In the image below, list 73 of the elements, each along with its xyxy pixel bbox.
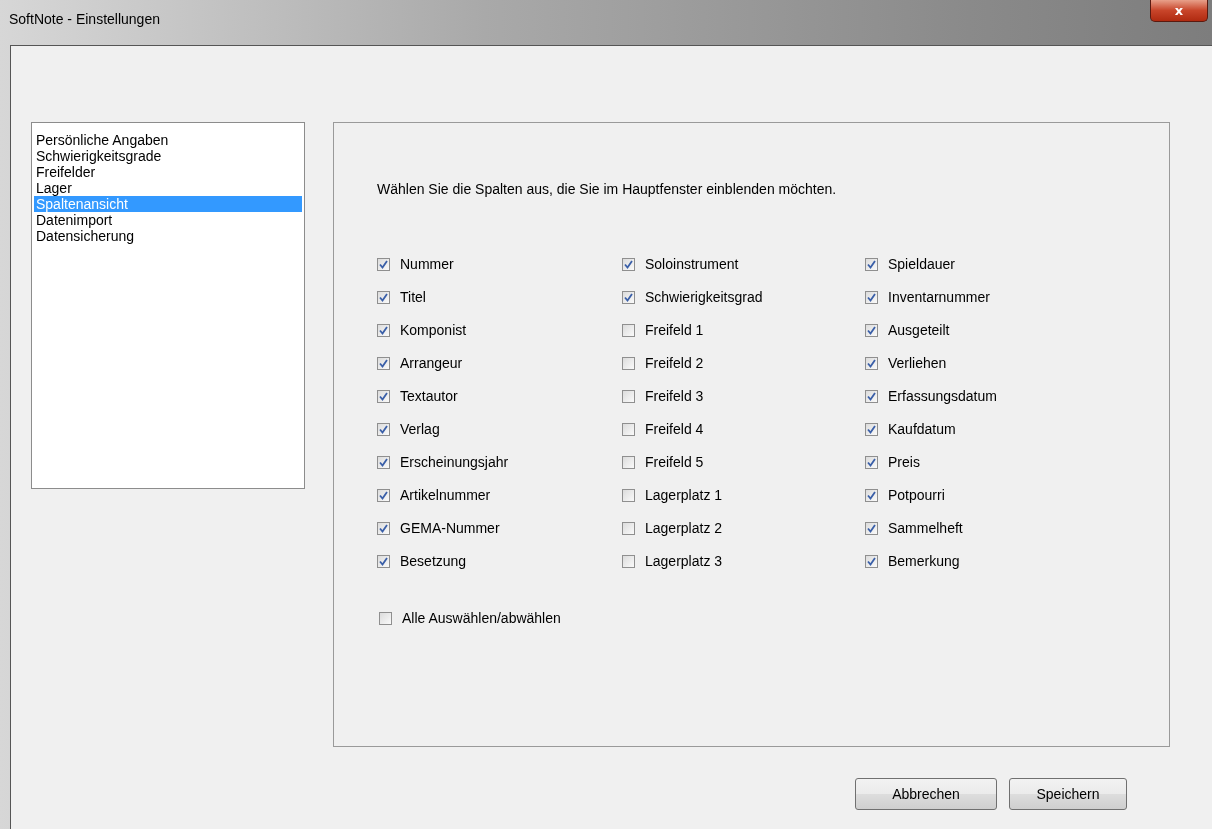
checkbox-label[interactable]: Ausgeteilt [888,322,950,338]
checkbox-label[interactable]: Lagerplatz 2 [645,520,723,536]
instruction-text: Wählen Sie die Spalten aus, die Sie im Hauptfenster einblenden möchten. [377,181,838,197]
category-item[interactable]: Persönliche Angaben [34,132,302,148]
category-item[interactable]: Lager [34,180,302,196]
checkbox-label[interactable]: Spieldauer [888,256,955,272]
checkbox[interactable] [622,521,635,535]
window-title: SoftNote - Einstellungen [9,11,160,27]
checkbox-label[interactable]: Inventarnummer [888,289,990,305]
close-button[interactable]: x [1150,0,1208,22]
checkbox-label[interactable]: Freifeld 2 [645,355,704,371]
checkbox[interactable] [865,323,878,337]
checkbox[interactable] [622,455,635,469]
checkbox-label[interactable]: Potpourri [888,487,945,503]
checkbox-label[interactable]: Komponist [400,322,467,338]
checkbox[interactable] [377,521,390,535]
checkbox[interactable] [622,554,635,568]
checkbox-label[interactable]: Arrangeur [400,355,463,371]
checkbox[interactable] [622,488,635,502]
checkbox-label[interactable]: Freifeld 1 [645,322,704,338]
checkbox[interactable] [865,422,878,436]
checkbox[interactable] [377,389,390,403]
checkbox-label[interactable]: Nummer [400,256,454,272]
checkbox[interactable] [865,290,878,304]
checkbox-label[interactable]: Bemerkung [888,553,960,569]
checkbox-label[interactable]: Lagerplatz 1 [645,487,723,503]
checkbox[interactable] [377,356,390,370]
checkbox[interactable] [622,389,635,403]
checkbox-label[interactable]: Kaufdatum [888,421,956,437]
checkbox[interactable] [377,422,390,436]
checkbox-label[interactable]: Freifeld 4 [645,421,704,437]
checkbox-label[interactable]: Erfassungsdatum [888,388,997,404]
checkbox[interactable] [377,488,390,502]
dialog-button[interactable]: Speichern [1009,778,1127,810]
checkbox[interactable] [865,389,878,403]
category-item[interactable]: Datenimport [34,212,302,228]
checkbox[interactable] [865,488,878,502]
checkbox[interactable] [865,554,878,568]
checkbox[interactable] [379,611,392,625]
checkbox-label[interactable]: Soloinstrument [645,256,739,272]
checkbox[interactable] [377,290,390,304]
select-all-label[interactable]: Alle Auswählen/abwählen [402,610,561,626]
checkbox-label[interactable]: GEMA-Nummer [400,520,500,536]
category-item[interactable]: Freifelder [34,164,302,180]
checkbox-label[interactable]: Textautor [400,388,458,404]
checkbox-label[interactable]: Sammelheft [888,520,963,536]
checkbox[interactable] [865,356,878,370]
checkbox[interactable] [865,257,878,271]
checkbox-label[interactable]: Lagerplatz 3 [645,553,723,569]
checkbox[interactable] [622,356,635,370]
checkbox-label[interactable]: Erscheinungsjahr [400,454,509,470]
checkbox-label[interactable]: Freifeld 5 [645,454,704,470]
checkbox[interactable] [377,554,390,568]
checkbox-label[interactable]: Preis [888,454,920,470]
checkbox-label[interactable]: Freifeld 3 [645,388,704,404]
checkbox[interactable] [377,257,390,271]
checkbox[interactable] [865,521,878,535]
dialog-button[interactable]: Abbrechen [855,778,997,810]
checkbox[interactable] [377,455,390,469]
checkbox-label[interactable]: Verliehen [888,355,947,371]
checkbox[interactable] [865,455,878,469]
checkbox[interactable] [377,323,390,337]
checkbox-label[interactable]: Verlag [400,421,440,437]
checkbox-label[interactable]: Schwierigkeitsgrad [645,289,763,305]
checkbox[interactable] [622,422,635,436]
category-item[interactable]: Schwierigkeitsgrade [34,148,302,164]
checkbox[interactable] [622,290,635,304]
category-item[interactable]: Datensicherung [34,228,302,244]
checkbox-label[interactable]: Titel [400,289,426,305]
checkbox-label[interactable]: Artikelnummer [400,487,491,503]
checkbox[interactable] [622,323,635,337]
checkbox-label[interactable]: Besetzung [400,553,467,569]
checkbox[interactable] [622,257,635,271]
